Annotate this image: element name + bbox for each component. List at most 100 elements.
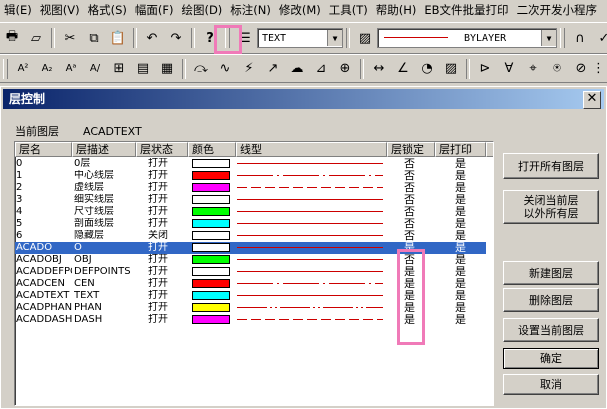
- datum-icon[interactable]: ⍟: [547, 59, 567, 79]
- layer-color-swatch[interactable]: [192, 255, 230, 264]
- help-icon[interactable]: ?: [200, 28, 220, 48]
- chevron-down-icon[interactable]: ▼: [541, 30, 556, 46]
- layer-color-swatch[interactable]: [192, 231, 230, 240]
- table-row[interactable]: 4 尺寸线层 打开 否 是: [15, 206, 486, 218]
- layer-print[interactable]: 是: [455, 254, 483, 266]
- layer-linetype-preview[interactable]: [237, 235, 383, 236]
- layer-linetype-preview[interactable]: [237, 295, 383, 296]
- layer-color-swatch[interactable]: [192, 279, 230, 288]
- layer-state[interactable]: 打开: [148, 314, 188, 326]
- linetype-combo[interactable]: BYLAYER ▼: [377, 28, 557, 48]
- layer-print[interactable]: 是: [455, 218, 483, 230]
- table-row[interactable]: ACADO O 打开 是 是: [15, 242, 486, 254]
- layer-lock[interactable]: 否: [404, 230, 432, 242]
- layer-color-swatch[interactable]: [192, 243, 230, 252]
- layer-color-swatch[interactable]: [192, 195, 230, 204]
- table-row[interactable]: 0 0层 打开 否 是: [15, 158, 486, 170]
- layer-color-swatch[interactable]: [192, 159, 230, 168]
- layer-color-swatch[interactable]: [192, 219, 230, 228]
- table-row[interactable]: 5 剖面线层 打开 否 是: [15, 218, 486, 230]
- close-other-layers-button[interactable]: 关闭当前层 以外所有层: [503, 190, 599, 224]
- cloud-icon[interactable]: ☁: [287, 59, 307, 79]
- layer-print[interactable]: 是: [455, 290, 483, 302]
- layer-lock[interactable]: 是: [404, 278, 432, 290]
- grid-icon[interactable]: ⋮⋮: [592, 59, 607, 79]
- layer-color-swatch[interactable]: [192, 183, 230, 192]
- layer-print[interactable]: 是: [455, 302, 483, 314]
- layer-lock[interactable]: 否: [404, 218, 432, 230]
- column-header-linetype[interactable]: 线型: [236, 142, 387, 157]
- layer-list[interactable]: 层名 层描述 层状态 颜色 线型 层锁定 层打印 0 0层 打开否是 1 中心线层 打开否…: [14, 141, 494, 406]
- layer-lock[interactable]: 否: [404, 206, 432, 218]
- menu-item[interactable]: 工具(T): [325, 0, 372, 21]
- layer-linetype-preview[interactable]: [237, 223, 383, 224]
- layer-combo[interactable]: TEXT ▼: [257, 28, 343, 48]
- layer-lock[interactable]: 否: [404, 254, 432, 266]
- layer-print[interactable]: 是: [455, 266, 483, 278]
- spline-icon[interactable]: ∿: [215, 59, 235, 79]
- menu-item[interactable]: 辑(E): [0, 0, 36, 21]
- table-icon[interactable]: ⊞: [109, 59, 129, 79]
- color-icon[interactable]: ▨: [355, 28, 375, 48]
- paste-icon[interactable]: 📋: [108, 28, 128, 48]
- table-row[interactable]: 2 虚线层 打开 否 是: [15, 182, 486, 194]
- column-header-print[interactable]: 层打印: [435, 142, 486, 157]
- table-row[interactable]: 6 隐藏层 关闭 否 是: [15, 230, 486, 242]
- menu-item[interactable]: 格式(S): [84, 0, 131, 21]
- table-row[interactable]: ACADDASH DASH 打开 是 是: [15, 314, 486, 326]
- text-size-icon[interactable]: Aᵃ: [61, 59, 81, 79]
- cancel-button[interactable]: 取消: [503, 374, 599, 395]
- layer-lock[interactable]: 是: [404, 314, 432, 326]
- layer-lock[interactable]: 否: [404, 194, 432, 206]
- column-header-description[interactable]: 层描述: [72, 142, 136, 157]
- layer-color-swatch[interactable]: [192, 267, 230, 276]
- layer-linetype-preview[interactable]: [237, 247, 383, 248]
- layer-print[interactable]: 是: [455, 206, 483, 218]
- eraser-icon[interactable]: ▱: [26, 28, 46, 48]
- column-header-color[interactable]: 颜色: [188, 142, 236, 157]
- table-row[interactable]: ACADOBJ OBJ 打开 否 是: [15, 254, 486, 266]
- target-icon[interactable]: ⊕: [335, 59, 355, 79]
- layer-print[interactable]: 是: [455, 242, 483, 254]
- layer-state[interactable]: 打开: [148, 266, 188, 278]
- layer-print[interactable]: 是: [455, 182, 483, 194]
- set-current-layer-button[interactable]: 设置当前图层: [503, 318, 599, 342]
- layer-linetype-preview[interactable]: [237, 307, 383, 308]
- cut-icon[interactable]: ✂: [60, 28, 80, 48]
- text-rotate-icon[interactable]: A/: [85, 59, 105, 79]
- copy-icon[interactable]: ⧉: [84, 28, 104, 48]
- layer-color-swatch[interactable]: [192, 207, 230, 216]
- weld-icon[interactable]: ⊳: [475, 59, 495, 79]
- check-icon[interactable]: ✓: [594, 28, 607, 48]
- layer-state[interactable]: 打开: [148, 254, 188, 266]
- column-header-lock[interactable]: 层锁定: [387, 142, 435, 157]
- layer-linetype-preview[interactable]: [237, 163, 383, 164]
- menu-item[interactable]: 绘图(D): [177, 0, 226, 21]
- column-header-state[interactable]: 层状态: [136, 142, 188, 157]
- layer-linetype-preview[interactable]: [237, 319, 383, 320]
- dialog-titlebar[interactable]: 层控制 ✕: [3, 89, 604, 109]
- layer-lock[interactable]: 是: [404, 290, 432, 302]
- layer-linetype-preview[interactable]: [237, 259, 383, 260]
- layer-color-swatch[interactable]: [192, 315, 230, 324]
- table-row[interactable]: 3 细实线层 打开 否 是: [15, 194, 486, 206]
- dim-icon[interactable]: ⊿: [311, 59, 331, 79]
- text-edit-icon[interactable]: A₂: [37, 59, 57, 79]
- snap-icon[interactable]: ∩: [570, 28, 590, 48]
- balloon-icon[interactable]: ⊘: [571, 59, 591, 79]
- menu-item[interactable]: EB文件批量打印: [420, 0, 512, 21]
- layer-linetype-preview[interactable]: [237, 199, 383, 200]
- dimension-icon[interactable]: ↔: [369, 59, 389, 79]
- angle-icon[interactable]: ∠: [393, 59, 413, 79]
- menu-item[interactable]: 修改(M): [275, 0, 325, 21]
- layer-state[interactable]: 打开: [148, 206, 188, 218]
- table-row[interactable]: ACADCEN CEN 打开 是 是: [15, 278, 486, 290]
- surface-icon[interactable]: ∀: [499, 59, 519, 79]
- menu-item[interactable]: 帮助(H): [372, 0, 421, 21]
- layer-linetype-preview[interactable]: [237, 175, 383, 176]
- hatch-icon[interactable]: ▨: [441, 59, 461, 79]
- layer-print[interactable]: 是: [455, 194, 483, 206]
- layer-linetype-preview[interactable]: [237, 283, 383, 284]
- zigzag-icon[interactable]: ⚡: [239, 59, 259, 79]
- ok-button[interactable]: 确定: [503, 348, 599, 369]
